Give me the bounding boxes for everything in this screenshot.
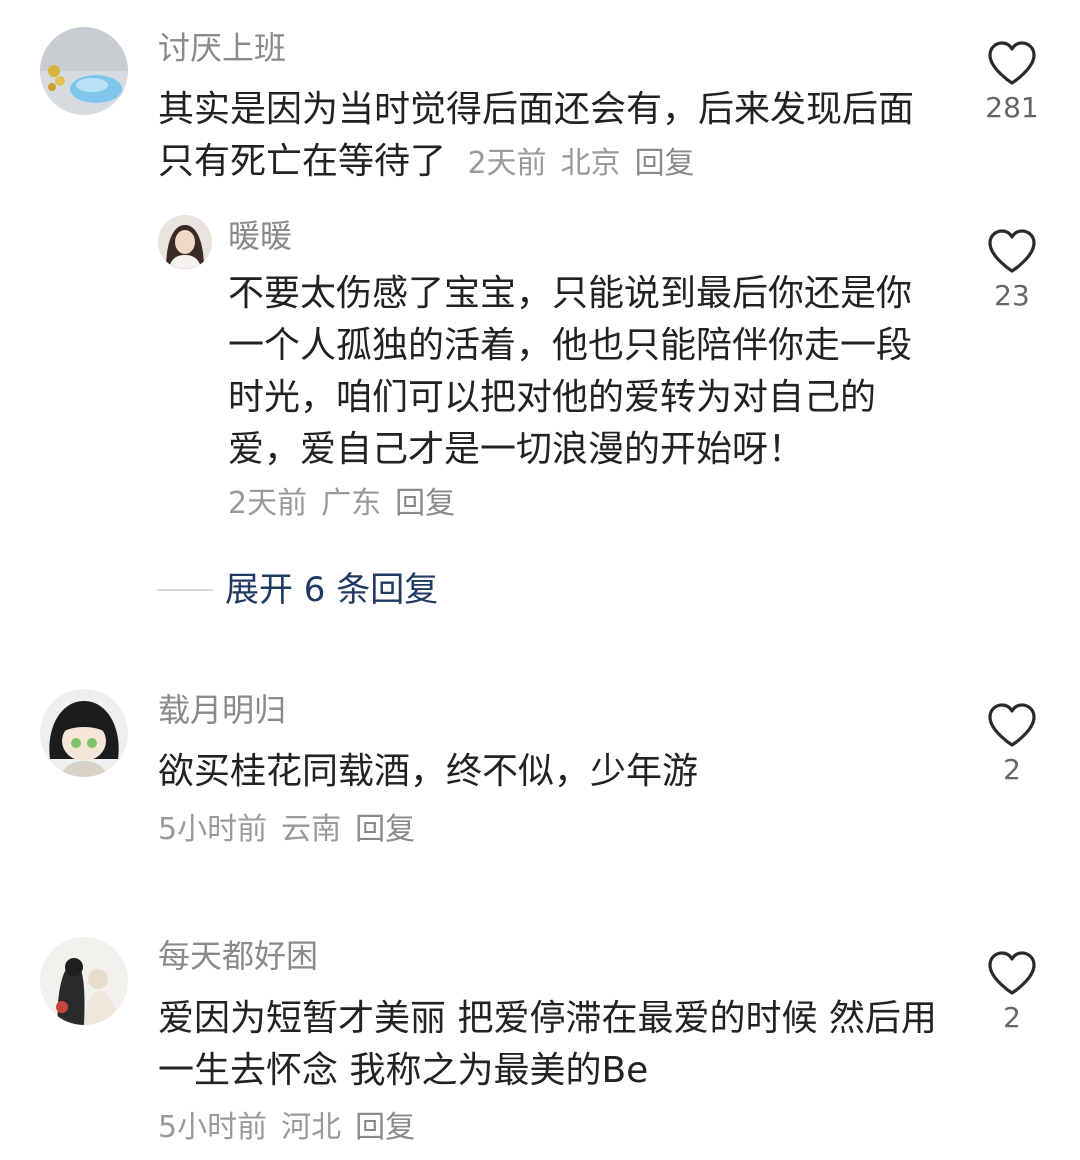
- comment-meta: 5小时前 云南 回复: [158, 810, 429, 850]
- like-count: 23: [994, 279, 1030, 312]
- comment-meta: 2天前 北京 回复: [467, 146, 708, 181]
- reply-username[interactable]: 暖暖: [228, 216, 292, 256]
- comment-username[interactable]: 每天都好困: [158, 936, 318, 976]
- like-count: 281: [985, 91, 1039, 124]
- reply-location: 广东: [321, 486, 382, 521]
- expand-replies-label[interactable]: 展开 6 条回复: [225, 566, 438, 614]
- comment-username[interactable]: 载月明归: [158, 690, 286, 730]
- reply-button[interactable]: 回复: [355, 812, 415, 847]
- expand-replies-button[interactable]: 展开 6 条回复: [157, 566, 438, 614]
- divider: [157, 589, 213, 591]
- reply-button[interactable]: 回复: [635, 146, 695, 181]
- comment-text: 其实是因为当时觉得后面还会有，后来发现后面只有死亡在等待了 2天前 北京 回复: [158, 84, 948, 190]
- comment-meta: 5小时前 河北 回复: [158, 1108, 429, 1148]
- comment-section: 讨厌上班 其实是因为当时觉得后面还会有，后来发现后面只有死亡在等待了 2天前 北京…: [0, 0, 1080, 1160]
- reply-button[interactable]: 回复: [395, 486, 455, 521]
- like-button[interactable]: 2: [972, 702, 1052, 788]
- avatar[interactable]: [40, 27, 128, 115]
- comment-time: 5小时前: [158, 812, 268, 847]
- avatar[interactable]: [158, 215, 212, 269]
- avatar[interactable]: [40, 689, 128, 777]
- like-button[interactable]: 23: [972, 228, 1052, 314]
- comment-text: 爱因为短暂才美丽 把爱停滞在最爱的时候 然后用一生去怀念 我称之为最美的Be: [158, 998, 937, 1091]
- heart-outline-icon: [988, 703, 1036, 747]
- comment-username[interactable]: 讨厌上班: [158, 28, 286, 68]
- comment-time: 2天前: [467, 146, 547, 181]
- comment-location: 云南: [281, 812, 342, 847]
- reply-text: 不要太伤感了宝宝，只能说到最后你还是你一个人孤独的活着，他也只能陪伴你走一段时光…: [228, 273, 913, 470]
- heart-outline-icon: [988, 951, 1036, 995]
- reply-time: 2天前: [228, 486, 308, 521]
- avatar[interactable]: [40, 937, 128, 1025]
- like-count: 2: [1003, 753, 1021, 786]
- like-button[interactable]: 2: [972, 950, 1052, 1036]
- comment-location: 河北: [281, 1110, 342, 1145]
- comment-location: 北京: [560, 146, 621, 181]
- heart-outline-icon: [988, 41, 1036, 85]
- heart-outline-icon: [988, 229, 1036, 273]
- comment-time: 5小时前: [158, 1110, 268, 1145]
- like-button[interactable]: 281: [972, 40, 1052, 126]
- comment-text: 欲买桂花同载酒，终不似，少年游: [158, 751, 699, 792]
- reply-meta: 2天前 广东 回复: [228, 484, 469, 524]
- like-count: 2: [1003, 1001, 1021, 1034]
- reply-button[interactable]: 回复: [355, 1110, 415, 1145]
